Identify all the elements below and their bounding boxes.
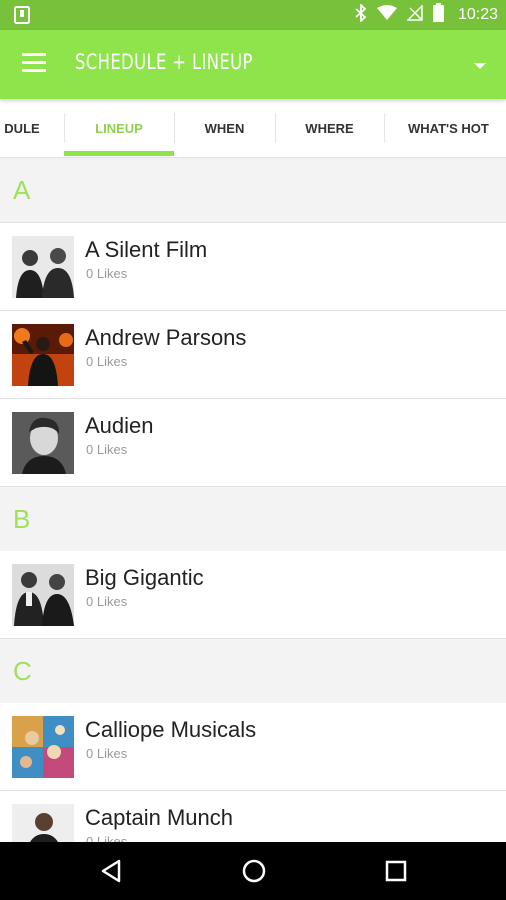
status-time: 10:23 (457, 6, 498, 23)
artist-photo (12, 804, 74, 842)
tab-when[interactable]: WHEN (174, 99, 275, 157)
dropdown-arrow-icon[interactable] (472, 58, 488, 70)
artist-photo (12, 412, 74, 474)
likes-count: 0 Likes (86, 266, 128, 281)
system-nav-bar (0, 842, 506, 900)
tab-whats-hot[interactable]: WHAT'S HOT (408, 99, 506, 157)
tab-schedule[interactable]: DULE (0, 99, 48, 157)
artist-row[interactable]: Captain Munch 0 Likes (0, 791, 506, 842)
artist-name: Captain Munch (85, 805, 233, 830)
toolbar-title: SCHEDULE + LINEUP (75, 50, 253, 74)
artist-name: Andrew Parsons (85, 325, 247, 350)
hamburger-menu-icon[interactable] (22, 53, 48, 75)
tab-lineup[interactable]: LINEUP (64, 99, 174, 157)
bluetooth-icon (355, 2, 367, 27)
likes-count: 0 Likes (86, 594, 128, 609)
section-letter: A (13, 175, 31, 205)
signal-off-icon (406, 3, 423, 26)
artist-photo (12, 564, 74, 626)
artist-name: Big Gigantic (85, 565, 204, 590)
artist-row[interactable]: Calliope Musicals 0 Likes (0, 703, 506, 791)
artist-name: Audien (85, 413, 154, 438)
section-header-b: B (0, 487, 506, 552)
battery-icon (432, 3, 444, 27)
home-icon[interactable] (239, 856, 269, 886)
likes-count: 0 Likes (86, 746, 128, 761)
app-toolbar: SCHEDULE + LINEUP (0, 30, 506, 99)
lineup-list: A A Silent Film 0 Likes Andrew Parsons 0… (0, 158, 506, 842)
artist-name: Calliope Musicals (85, 717, 257, 742)
artist-name: A Silent Film (85, 237, 208, 262)
likes-count: 0 Likes (86, 442, 128, 457)
recents-icon[interactable] (381, 856, 411, 886)
tab-bar: DULE LINEUP WHEN WHERE WHAT'S HOT (0, 99, 506, 158)
likes-count: 0 Likes (86, 834, 128, 842)
section-letter: B (13, 504, 31, 534)
likes-count: 0 Likes (86, 354, 128, 369)
active-tab-indicator (64, 151, 174, 156)
artist-photo (12, 716, 74, 778)
back-icon[interactable] (97, 856, 127, 886)
artist-photo (12, 324, 74, 386)
tab-where[interactable]: WHERE (275, 99, 384, 157)
section-header-c: C (0, 639, 506, 704)
artist-row[interactable]: Big Gigantic 0 Likes (0, 551, 506, 639)
wifi-icon (376, 4, 397, 26)
artist-row[interactable]: Audien 0 Likes (0, 399, 506, 487)
artist-row[interactable]: Andrew Parsons 0 Likes (0, 311, 506, 399)
section-letter: C (13, 656, 32, 686)
artist-row[interactable]: A Silent Film 0 Likes (0, 223, 506, 311)
sim-card-icon (14, 6, 30, 29)
artist-photo (12, 236, 74, 298)
section-header-a: A (0, 158, 506, 223)
status-bar: 10:23 (0, 0, 506, 30)
